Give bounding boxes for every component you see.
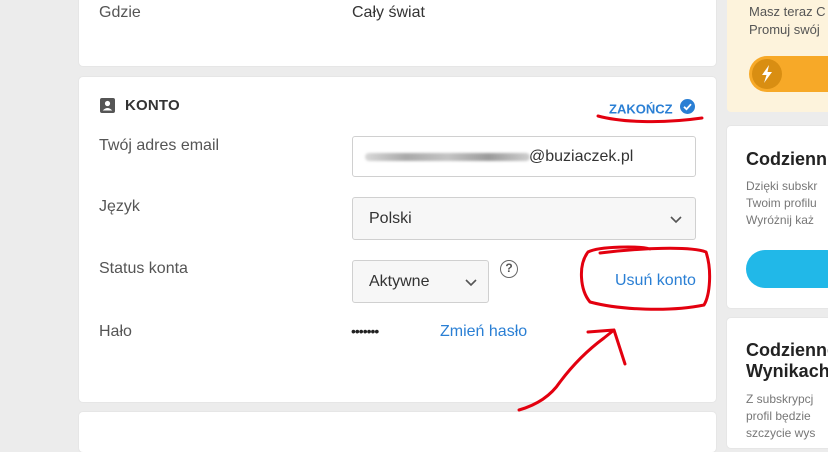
account-title: KONTO — [125, 97, 180, 114]
subscription-title-2a: Codzienne — [746, 340, 828, 360]
next-card — [79, 412, 716, 452]
email-label: Twój adres email — [99, 137, 220, 154]
subscription-text-1c: Wyróżnij każ — [746, 213, 814, 227]
password-mask: ••••••• — [351, 323, 379, 339]
location-value: Cały świat — [352, 4, 425, 21]
language-label: Język — [99, 198, 140, 215]
language-select[interactable]: Polski — [352, 197, 696, 240]
change-password-link[interactable]: Zmień hasło — [440, 323, 527, 341]
chevron-down-icon — [669, 212, 683, 226]
delete-account-link[interactable]: Usuń konto — [615, 272, 696, 290]
subscription-text-2b: profil będzie — [746, 409, 811, 423]
chevron-down-icon — [464, 275, 478, 289]
boost-button[interactable] — [749, 56, 828, 92]
password-label: Hało — [99, 323, 132, 340]
subscription-title-2b: Wynikach — [746, 361, 828, 381]
status-label: Status konta — [99, 260, 188, 277]
subscription-text-2c: szczycie wys — [746, 426, 816, 440]
subscription-text-2a: Z subskrypcj — [746, 392, 814, 406]
subscription-card-2: Codzienne Wynikach Z subskrypcj profil b… — [727, 318, 828, 448]
subscribe-button-1[interactable] — [746, 250, 828, 288]
location-card: Gdzie Cały świat — [79, 0, 716, 66]
subscription-title-1: Codzienn — [746, 149, 827, 169]
finish-button[interactable]: ZAKOŃCZ — [609, 99, 695, 119]
lightning-icon — [752, 59, 782, 89]
subscription-text-1b: Twoim profilu — [746, 196, 817, 210]
language-value: Polski — [369, 210, 412, 227]
email-redacted-blur — [365, 153, 530, 161]
promo-line-1: Masz teraz C — [749, 4, 826, 19]
promo-line-2: Promuj swój — [749, 22, 820, 37]
email-field[interactable]: @buziaczek.pl — [352, 136, 696, 177]
subscription-card-1: Codzienn Dzięki subskr Twoim profilu Wyr… — [727, 126, 828, 308]
account-icon — [100, 98, 115, 113]
status-value: Aktywne — [369, 273, 430, 290]
location-label: Gdzie — [99, 4, 141, 21]
email-domain: @buziaczek.pl — [529, 148, 634, 165]
account-card: KONTO ZAKOŃCZ Twój adres email @buziacze… — [79, 77, 716, 402]
finish-label: ZAKOŃCZ — [609, 101, 673, 117]
status-select[interactable]: Aktywne — [352, 260, 489, 303]
check-circle-icon — [680, 99, 695, 119]
help-icon[interactable]: ? — [500, 260, 518, 278]
promo-card: Masz teraz C Promuj swój — [727, 0, 828, 112]
subscription-text-1a: Dzięki subskr — [746, 179, 818, 193]
